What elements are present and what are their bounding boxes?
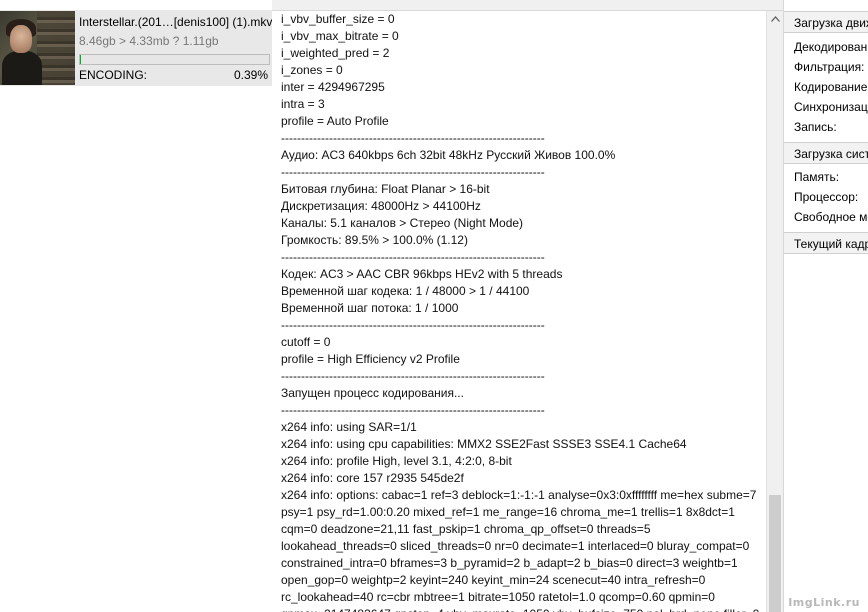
log-line: cqm=0 deadzone=21,11 fast_pskip=1 chroma… [281, 522, 651, 536]
log-line: rc_lookahead=40 rc=cbr mbtree=1 bitrate=… [281, 590, 715, 604]
log-line: constrained_intra=0 bframes=3 b_pyramid=… [281, 556, 738, 570]
log-line: lookahead_threads=0 sliced_threads=0 nr=… [281, 539, 750, 553]
queue-item-percent: 0.39% [233, 68, 268, 82]
log-line: ----------------------------------------… [281, 165, 545, 179]
log-line: Запущен процесс кодирования... [281, 386, 464, 400]
scroll-thumb[interactable] [769, 495, 781, 612]
log-line: inter = 4294967295 [281, 80, 385, 94]
watermark-logo: ImgLink.ru [788, 596, 860, 609]
log-line: Временной шаг потока: 1 / 1000 [281, 301, 459, 315]
log-line: Аудио: AC3 640kbps 6ch 32bit 48kHz Русск… [281, 148, 616, 162]
log-line: Временной шаг кодека: 1 / 48000 > 1 / 44… [281, 284, 530, 298]
log-line: x264 info: core 157 r2935 545de2f [281, 471, 464, 485]
log-line: ----------------------------------------… [281, 318, 545, 332]
queue-item-status: ENCODING: [79, 68, 148, 82]
log-line: i_weighted_pred = 2 [281, 46, 390, 60]
log-line: i_vbv_buffer_size = 0 [281, 12, 395, 26]
log-lines: i_vbv_buffer_size = 0 i_vbv_max_bitrate =… [281, 11, 760, 612]
chevron-up-icon [771, 16, 780, 22]
encoding-label: Кодирование: [794, 80, 868, 94]
memory-label: Память: [794, 170, 840, 184]
log-line: Громкость: 89.5% > 100.0% (1.12) [281, 233, 468, 247]
video-thumbnail [0, 11, 75, 85]
log-line: intra = 3 [281, 97, 325, 111]
log-line: x264 info: using cpu capabilities: MMX2 … [281, 437, 687, 451]
log-line: x264 info: options: cabac=1 ref=3 debloc… [281, 488, 757, 502]
engine-load-header[interactable]: Загрузка движка [784, 11, 868, 33]
filtering-label: Фильтрация: [794, 60, 865, 74]
log-line: x264 info: profile High, level 3.1, 4:2:… [281, 454, 512, 468]
queue-item[interactable]: Interstellar.(201…[denis100] (1).mkv 8.4… [0, 10, 272, 86]
log-line: ----------------------------------------… [281, 250, 545, 264]
log-line: Каналы: 5.1 каналов > Стерео (Night Mode… [281, 216, 524, 230]
log-line: profile = Auto Profile [281, 114, 389, 128]
log-line: profile = High Efficiency v2 Profile [281, 352, 460, 366]
system-load-header[interactable]: Загрузка системы [784, 142, 868, 164]
current-frame-header[interactable]: Текущий кадр [784, 232, 868, 254]
queue-item-size: 8.46gb > 4.33mb ? 1.11gb [79, 34, 219, 48]
log-line: ----------------------------------------… [281, 369, 545, 383]
log-line: psy=1 psy_rd=1.00:0.20 mixed_ref=1 me_ra… [281, 505, 735, 519]
log-line: ----------------------------------------… [281, 131, 545, 145]
encoding-progress-bar [79, 54, 270, 65]
encoding-progress-fill [80, 55, 81, 64]
cpu-label: Процессор: [794, 190, 859, 204]
sync-label: Синхронизация: [794, 100, 868, 114]
log-line: Битовая глубина: Float Planar > 16-bit [281, 182, 490, 196]
log-line: i_vbv_max_bitrate = 0 [281, 29, 399, 43]
decoding-label: Декодирование: [794, 40, 868, 54]
write-label: Запись: [794, 120, 837, 134]
stats-panel: Загрузка движка Декодирование: Фильтраци… [783, 0, 868, 612]
log-line: cutoff = 0 [281, 335, 331, 349]
log-line: open_gop=0 weightp=2 keyint=240 keyint_m… [281, 573, 706, 587]
top-strip [272, 0, 868, 11]
log-line: Дискретизация: 48000Hz > 44100Hz [281, 199, 481, 213]
log-scrollbar[interactable] [766, 11, 784, 612]
log-line: ----------------------------------------… [281, 403, 545, 417]
queue-item-title: Interstellar.(201…[denis100] (1).mkv [79, 15, 273, 29]
scroll-up-button[interactable] [767, 11, 784, 28]
log-line: qpmax=2147483647 qpstep=4 vbv_maxrate=10… [281, 606, 760, 612]
log-panel: i_vbv_buffer_size = 0 i_vbv_max_bitrate =… [272, 11, 766, 612]
queue-panel: Interstellar.(201…[denis100] (1).mkv 8.4… [0, 0, 273, 612]
log-line: x264 info: using SAR=1/1 [281, 420, 417, 434]
log-line: i_zones = 0 [281, 63, 343, 77]
log-line: Кодек: AC3 > AAC CBR 96kbps HEv2 with 5 … [281, 267, 563, 281]
free-space-label: Свободное место: [794, 210, 868, 224]
